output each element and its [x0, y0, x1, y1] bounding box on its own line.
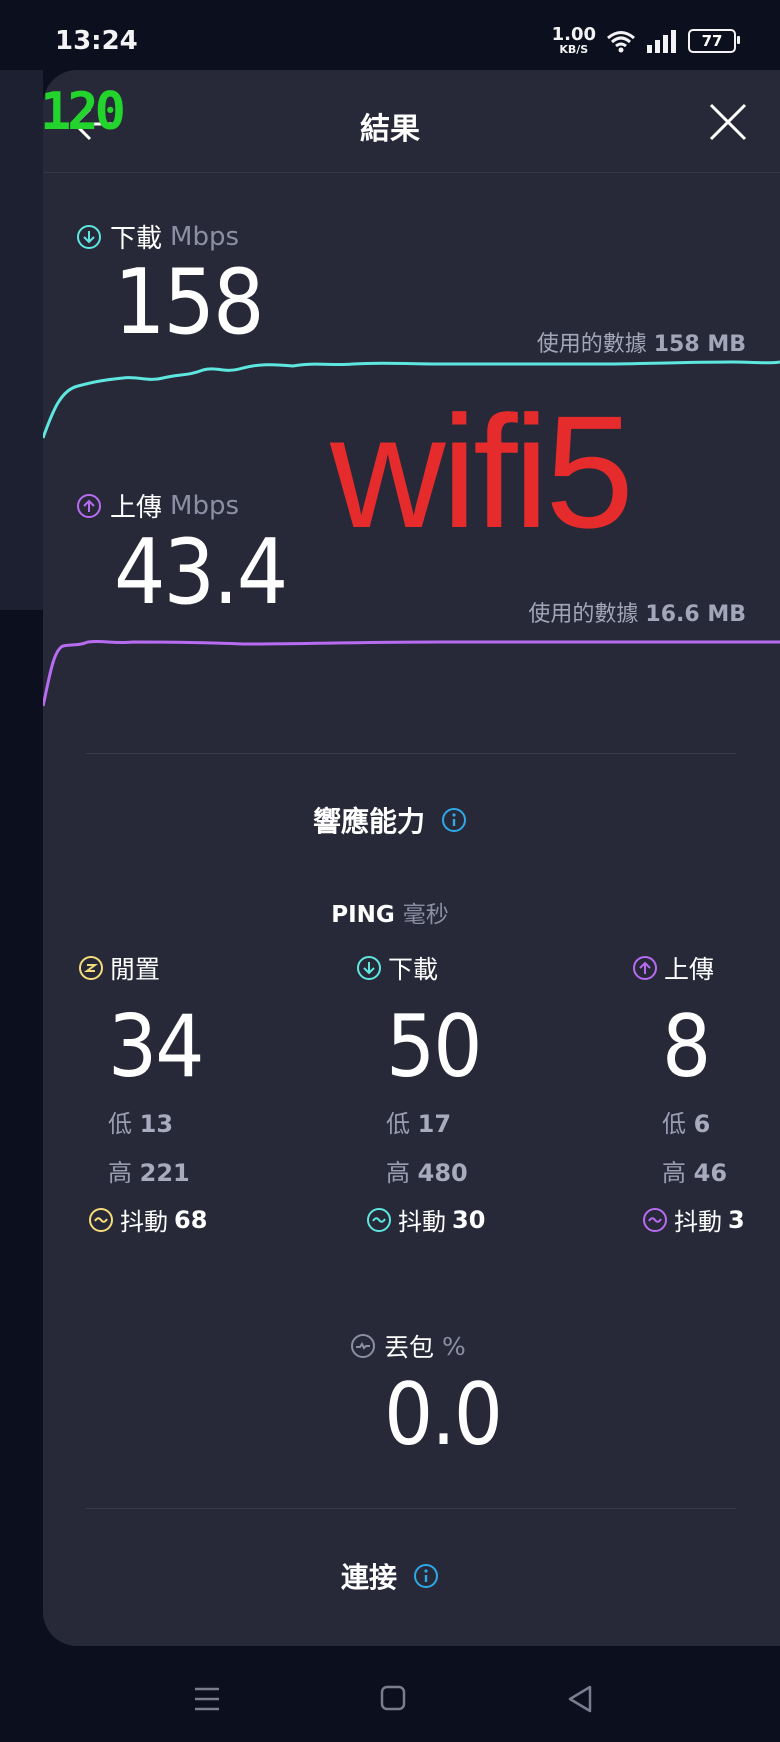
ping-title: PING 毫秒 [331, 902, 449, 928]
ping-upload-low: 低 6 [662, 1110, 711, 1138]
ping-download-high: 高 480 [386, 1159, 468, 1187]
download-value: 158 [114, 250, 265, 355]
responsiveness-title: 響應能力 [0, 800, 780, 840]
upload-unit: Mbps [170, 490, 240, 521]
ping-download-low: 低 17 [386, 1110, 452, 1138]
gauge-icon [351, 1334, 375, 1358]
ping-download-jitter: 抖動 30 [366, 1202, 485, 1237]
upload-data-used: 使用的數據 16.6 MB [528, 602, 746, 627]
upload-label: 上傳 [110, 493, 163, 523]
arrow-down-circle-icon [77, 224, 101, 249]
close-icon [709, 103, 747, 141]
ping-download-label-row: 下載 [356, 950, 485, 986]
ping-idle-column: 閒置 34 低 13 高 221 抖動 68 [78, 950, 207, 1237]
upload-speed-graph [43, 639, 780, 707]
overlay-badge-120: 120 [40, 82, 126, 142]
network-speed: 1.00 KB/S [551, 24, 596, 56]
upload-label-row: 上傳 Mbps [76, 487, 239, 524]
section-divider [86, 1508, 736, 1509]
section-divider [86, 753, 736, 754]
overlay-wifi5-text: wifi5 [330, 382, 634, 561]
arrow-up-circle-icon [77, 493, 101, 518]
wave-circle-icon [643, 1207, 667, 1232]
menu-icon[interactable] [192, 1684, 222, 1714]
upload-value: 43.4 [114, 520, 288, 625]
ping-upload-label-row: 上傳 [632, 950, 745, 986]
status-time: 13:24 [55, 26, 138, 56]
ping-download-value: 50 [386, 997, 482, 1097]
arrow-up-circle-icon [633, 956, 657, 980]
signal-icon [647, 29, 676, 53]
ping-idle-jitter: 抖動 68 [88, 1202, 207, 1237]
ping-upload-column: 上傳 8 低 6 高 46 抖動 3 [632, 950, 745, 1237]
info-circle-icon[interactable] [441, 807, 467, 833]
status-icons: 1.00 KB/S 77 [551, 24, 740, 56]
wifi-icon [607, 30, 635, 52]
info-circle-icon[interactable] [413, 1563, 439, 1589]
ping-download-column: 下載 50 低 17 高 480 抖動 30 [356, 950, 485, 1237]
system-navigation-bar [0, 1646, 780, 1742]
close-button[interactable] [708, 102, 748, 142]
connection-title: 連接 [0, 1556, 780, 1596]
background-app-strip [0, 70, 43, 610]
header-divider [43, 172, 780, 173]
idle-circle-icon [79, 956, 103, 980]
battery-icon: 77 [688, 28, 740, 53]
ping-upload-jitter: 抖動 3 [642, 1202, 745, 1237]
download-unit: Mbps [170, 221, 240, 252]
ping-idle-high: 高 221 [108, 1159, 190, 1187]
ping-idle-label-row: 閒置 [78, 950, 207, 986]
packet-loss-value: 0.0 [384, 1365, 503, 1465]
home-icon[interactable] [379, 1684, 407, 1712]
arrow-down-circle-icon [357, 956, 381, 980]
ping-upload-value: 8 [662, 997, 711, 1097]
packet-loss-label-row: 丟包 % [350, 1328, 466, 1364]
ping-idle-low: 低 13 [108, 1110, 174, 1138]
wave-circle-icon [89, 1207, 113, 1232]
back-nav-icon[interactable] [566, 1684, 594, 1714]
ping-idle-value: 34 [108, 997, 204, 1097]
wave-circle-icon [367, 1207, 391, 1232]
ping-upload-high: 高 46 [662, 1159, 728, 1187]
